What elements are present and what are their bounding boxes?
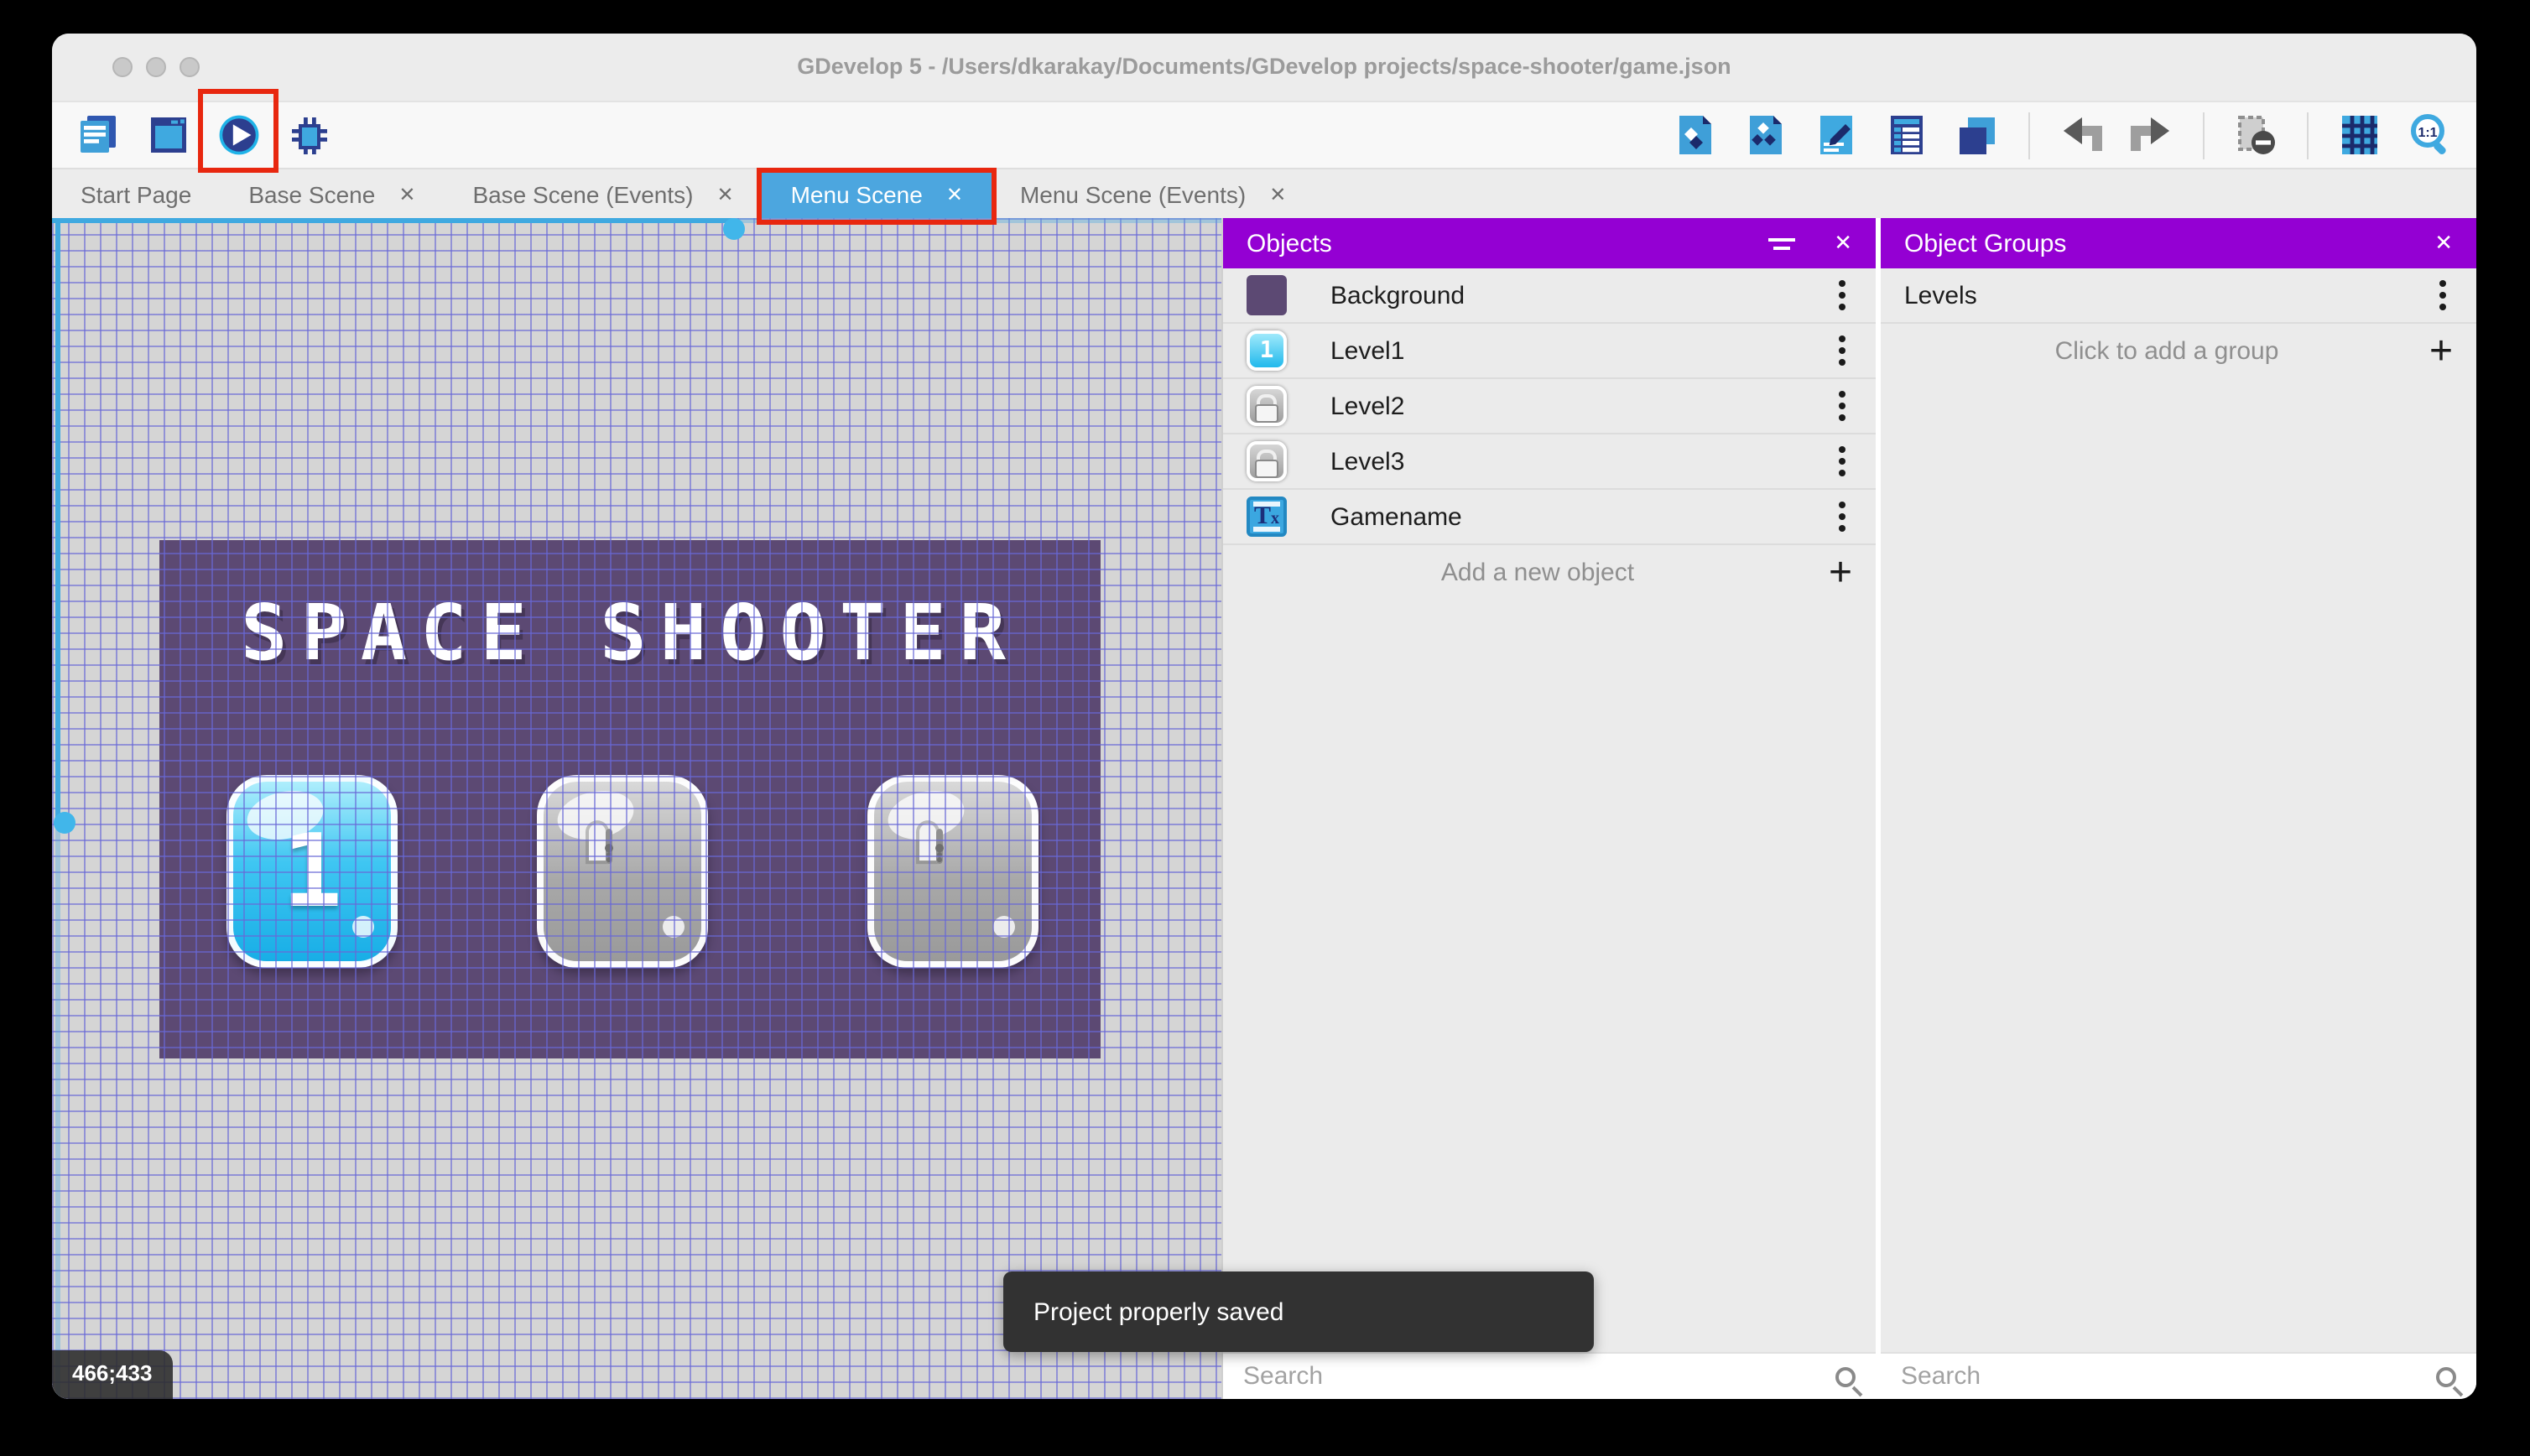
object-menu-icon[interactable] [1832,443,1852,480]
level3-button-locked[interactable] [867,775,1039,968]
zoom-1-1-icon[interactable]: 1:1 [2408,112,2453,158]
level1-button[interactable]: 1 [226,775,398,968]
close-panel-icon[interactable]: ✕ [2434,230,2453,257]
objects-search-bar [1223,1352,1876,1399]
tab-start-page[interactable]: Start Page [52,169,220,218]
objects-search-input[interactable] [1243,1362,1822,1391]
object-row-background[interactable]: Background [1223,268,1876,324]
tab-label: Menu Scene (Events) [1019,180,1247,207]
object-row-level2[interactable]: Level2 [1223,379,1876,434]
title-bar: GDevelop 5 - /Users/dkarakay/Documents/G… [52,34,2476,101]
level2-button-locked[interactable] [537,775,708,968]
window-title: GDevelop 5 - /Users/dkarakay/Documents/G… [797,54,1731,79]
toolbar-left-group [75,89,332,173]
filter-icon[interactable] [1767,237,1797,249]
objects-panel-title: Objects [1247,229,1332,257]
objects-editor-icon[interactable] [1673,112,1718,158]
close-window-button[interactable] [112,57,133,77]
close-tab-icon[interactable]: ✕ [398,182,415,205]
properties-pencil-icon[interactable] [1814,112,1859,158]
toggle-mask-icon[interactable] [2233,112,2278,158]
tab-label: Base Scene (Events) [472,180,694,207]
search-icon [2436,1366,2456,1386]
object-groups-icon[interactable] [1743,112,1788,158]
object-menu-icon[interactable] [1832,277,1852,314]
object-thumbnail: Tx [1247,497,1287,537]
horizontal-scrollbar[interactable] [52,218,1221,240]
scene-canvas[interactable]: SPACE SHOOTER 1 466;433 [52,218,1221,1399]
instances-list-icon[interactable] [1884,112,1929,158]
groups-search-bar [1881,1352,2476,1399]
vertical-scrollbar-thumb[interactable] [54,812,75,834]
object-groups-panel: Object Groups ✕ Levels Click to add a gr… [1881,218,2476,1399]
app-window: GDevelop 5 - /Users/dkarakay/Documents/G… [52,34,2476,1399]
debug-icon[interactable] [287,112,332,158]
project-manager-icon[interactable] [75,112,121,158]
tab-menu-scene-events[interactable]: Menu Scene (Events) ✕ [992,169,1314,218]
scene-window-icon[interactable] [146,112,191,158]
add-group-row[interactable]: Click to add a group + [1881,324,2476,379]
object-thumbnail: 1 [1247,330,1287,371]
screen: GDevelop 5 - /Users/dkarakay/Documents/G… [0,0,2530,1456]
plus-icon[interactable]: + [1829,552,1852,592]
redo-icon[interactable] [2129,112,2174,158]
object-menu-icon[interactable] [1832,332,1852,369]
level1-digit: 1 [281,813,343,930]
object-menu-icon[interactable] [1832,498,1852,535]
close-tab-icon[interactable]: ✕ [716,182,733,205]
vertical-scrollbar[interactable] [54,218,75,1399]
svg-text:1:1: 1:1 [2418,126,2437,140]
horizontal-scrollbar-thumb[interactable] [723,218,745,240]
object-row-level3[interactable]: Level3 [1223,434,1876,490]
tab-bar: Start Page Base Scene ✕ Base Scene (Even… [52,168,2476,225]
object-menu-icon[interactable] [1832,387,1852,424]
lock-icon [919,823,986,918]
close-tab-icon[interactable]: ✕ [1269,182,1286,205]
scene-title-text[interactable]: SPACE SHOOTER [159,587,1101,678]
objects-panel: Objects ✕ Background 1 Level1 Level2 Lev… [1221,218,1876,1399]
object-row-gamename[interactable]: Tx Gamename [1223,490,1876,545]
save-toast: Project properly saved [1003,1271,1594,1352]
play-icon[interactable] [198,89,279,173]
group-menu-icon[interactable] [2433,277,2453,314]
objects-panel-empty-area [1223,601,1876,1352]
groups-search-input[interactable] [1901,1362,2423,1391]
toolbar-separator [2203,112,2205,159]
plus-icon[interactable]: + [2429,330,2453,371]
cursor-coordinates: 466;433 [52,1350,173,1399]
undo-icon[interactable] [2059,112,2104,158]
add-object-row[interactable]: Add a new object + [1223,545,1876,601]
zoom-window-button[interactable] [180,57,200,77]
toolbar-separator [2028,112,2030,159]
object-thumbnail [1247,275,1287,315]
layers-icon[interactable] [1955,112,2000,158]
minimize-window-button[interactable] [146,57,166,77]
tab-label: Start Page [81,180,192,207]
editor-content: SPACE SHOOTER 1 466;433 Objects ✕ Backgr… [52,218,2476,1399]
close-tab-icon[interactable]: ✕ [946,182,963,205]
tab-label: Menu Scene [790,180,923,207]
object-thumbnail [1247,441,1287,481]
tab-label: Base Scene [248,180,376,207]
toolbar-right-group: 1:1 [1673,102,2453,168]
main-toolbar: 1:1 [52,89,2476,173]
group-row-levels[interactable]: Levels [1881,268,2476,324]
groups-panel-empty-area [1881,379,2476,1352]
groups-panel-header: Object Groups ✕ [1881,218,2476,268]
tab-base-scene-events[interactable]: Base Scene (Events) ✕ [444,169,762,218]
object-row-level1[interactable]: 1 Level1 [1223,324,1876,379]
grid-icon[interactable] [2337,112,2382,158]
lock-icon [589,823,656,918]
close-panel-icon[interactable]: ✕ [1834,230,1852,257]
tab-base-scene[interactable]: Base Scene ✕ [220,169,444,218]
toast-message: Project properly saved [1033,1297,1284,1326]
search-icon [1835,1366,1856,1386]
object-thumbnail [1247,386,1287,426]
tab-menu-scene[interactable]: Menu Scene ✕ [757,168,997,225]
groups-panel-title: Object Groups [1904,229,2067,257]
objects-panel-header: Objects ✕ [1223,218,1876,268]
toolbar-separator [2307,112,2309,159]
background-object[interactable]: SPACE SHOOTER 1 [159,540,1101,1058]
